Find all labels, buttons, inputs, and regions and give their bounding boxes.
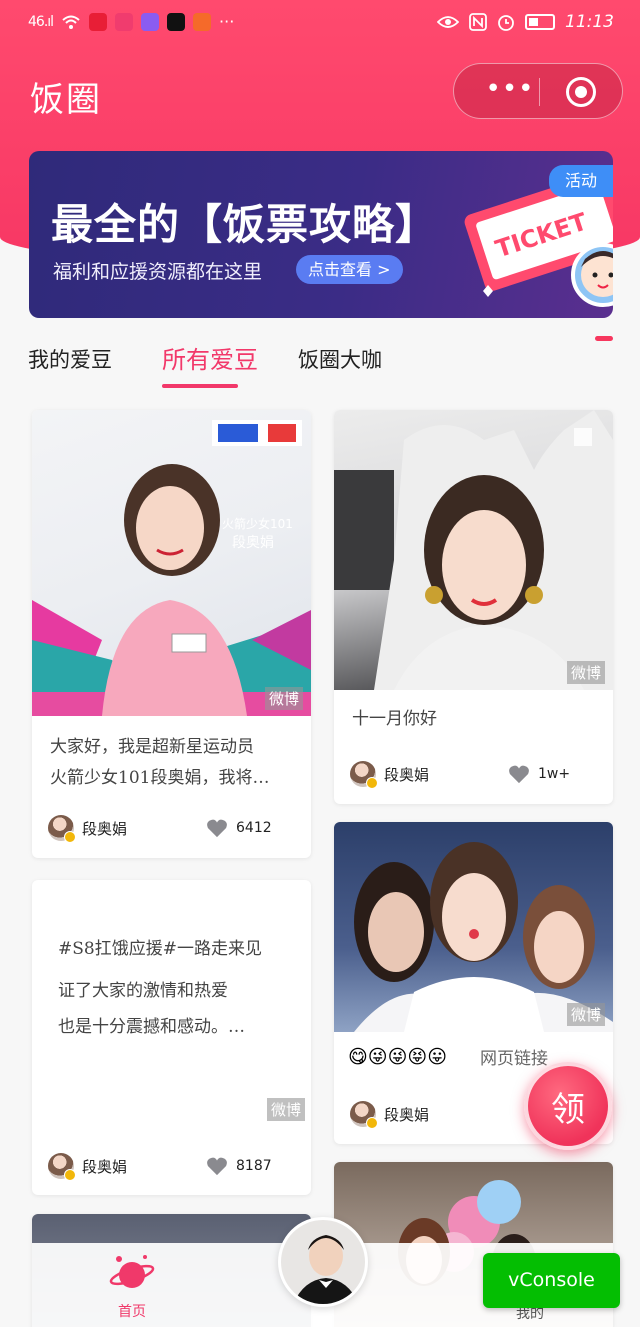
heart-icon	[509, 765, 529, 784]
post-author[interactable]: 段奥娟	[48, 814, 128, 843]
post-text-line: #S8扛饿应援#一路走来见	[58, 939, 262, 959]
post-image: 微博	[334, 410, 613, 690]
wifi-icon	[62, 15, 80, 29]
idol-avatar	[281, 1220, 365, 1304]
app-notification-icon	[141, 12, 160, 31]
banner-view-button[interactable]: 点击查看 >	[296, 255, 403, 284]
signal-icon: 46.ıl	[28, 13, 54, 30]
post-card[interactable]: 火箭少女101 段奥娟 微博 大家好，我是超新星运动员 火箭少女101段奥娟，我…	[32, 410, 311, 858]
app-notification-icon	[193, 12, 212, 31]
weibo-watermark: 微博	[264, 687, 303, 710]
tab-fan-circle-vip[interactable]: 饭圈大咖	[298, 344, 382, 374]
app-notification-icon	[115, 12, 134, 31]
post-text-line: 也是十分震撼和感动。…	[58, 1017, 245, 1037]
avatar	[350, 1101, 378, 1129]
tab-all-idols[interactable]: 所有爱豆	[162, 340, 258, 375]
like-count: 8187	[236, 1158, 272, 1174]
author-name: 段奥娟	[82, 1157, 128, 1176]
avatar	[48, 815, 76, 843]
post-author[interactable]: 段奥娟	[48, 1152, 128, 1181]
close-miniprogram-button[interactable]	[566, 77, 596, 107]
page-title: 饭圈	[30, 80, 102, 120]
avatar	[48, 1153, 76, 1181]
banner-title: 最全的【饭票攻略】	[51, 200, 439, 249]
post-emojis: 😋😜😜😝😛	[348, 1046, 448, 1068]
like-count: 1w+	[538, 766, 571, 782]
more-button[interactable]: •••	[480, 76, 540, 106]
more-notifications-icon: ···	[219, 12, 235, 31]
banner-subtitle: 福利和应援资源都在这里	[53, 261, 263, 283]
status-bar: 46.ıl ··· 11:13	[0, 0, 640, 46]
banner-indicator	[595, 336, 613, 341]
author-name: 段奥娟	[384, 765, 430, 784]
post-photo	[354, 842, 613, 1032]
like-count: 6412	[236, 820, 272, 836]
author-name: 段奥娟	[82, 819, 128, 838]
page: 46.ıl ··· 11:13 饭圈 ••• 最全的【饭票攻略】 福利和应援资源…	[0, 0, 640, 1327]
avatar	[350, 761, 378, 789]
post-photo	[32, 420, 311, 716]
promo-banner[interactable]: 最全的【饭票攻略】 福利和应援资源都在这里 点击查看 > TICKET 活动	[29, 151, 613, 318]
post-image: 微博	[334, 822, 613, 1032]
miniprogram-capsule: •••	[453, 63, 623, 119]
post-author[interactable]: 段奥娟	[350, 1100, 430, 1129]
post-card[interactable]: #S8扛饿应援#一路走来见 证了大家的激情和热爱 也是十分震撼和感动。… 微博 …	[32, 880, 311, 1195]
tab-bar: 我的爱豆 所有爱豆 饭圈大咖	[28, 344, 608, 396]
heart-icon	[207, 1157, 227, 1176]
app-notification-icon	[89, 12, 108, 31]
nav-home[interactable]: 首页	[102, 1251, 162, 1321]
weibo-watermark: 微博	[266, 1098, 305, 1121]
post-text-line: 十一月你好	[352, 709, 437, 729]
post-author[interactable]: 段奥娟	[350, 760, 430, 789]
heart-icon	[207, 819, 227, 838]
nfc-icon	[469, 13, 487, 31]
tab-my-idols[interactable]: 我的爱豆	[28, 344, 112, 374]
photo-caption-name: 段奥娟	[232, 535, 274, 551]
alarm-icon	[498, 15, 514, 31]
vconsole-button[interactable]: vConsole	[483, 1253, 620, 1308]
weibo-watermark: 微博	[566, 1003, 605, 1026]
eye-icon	[437, 16, 459, 28]
post-text-line: 火箭少女101段奥娟，我将…	[50, 768, 270, 788]
post-text-line: 大家好，我是超新星运动员	[50, 737, 254, 757]
claim-float-button[interactable]: 领	[524, 1062, 612, 1150]
weibo-watermark: 微博	[566, 661, 605, 684]
post-image: 火箭少女101 段奥娟 微博	[32, 410, 311, 716]
activity-tag: 活动	[549, 165, 613, 197]
web-link[interactable]: 网页链接	[480, 1044, 548, 1075]
planet-icon	[109, 1255, 155, 1288]
active-tab-underline	[162, 384, 238, 388]
nav-home-label: 首页	[118, 1304, 146, 1320]
like-button[interactable]: 8187	[206, 1156, 272, 1176]
like-button[interactable]: 1w+	[508, 764, 570, 784]
battery-icon	[525, 14, 555, 30]
post-text-line: 证了大家的激情和热爱	[58, 981, 228, 1001]
status-time: 11:13	[565, 12, 614, 32]
author-name: 段奥娟	[384, 1105, 430, 1124]
tiktok-icon	[167, 12, 186, 31]
center-avatar-button[interactable]	[278, 1217, 368, 1307]
photo-caption-group: 火箭少女101	[222, 517, 293, 531]
post-card[interactable]: 微博 十一月你好 段奥娟 1w+	[334, 410, 613, 804]
post-photo	[334, 410, 613, 690]
like-button[interactable]: 6412	[206, 818, 272, 838]
capsule-divider	[539, 78, 540, 106]
